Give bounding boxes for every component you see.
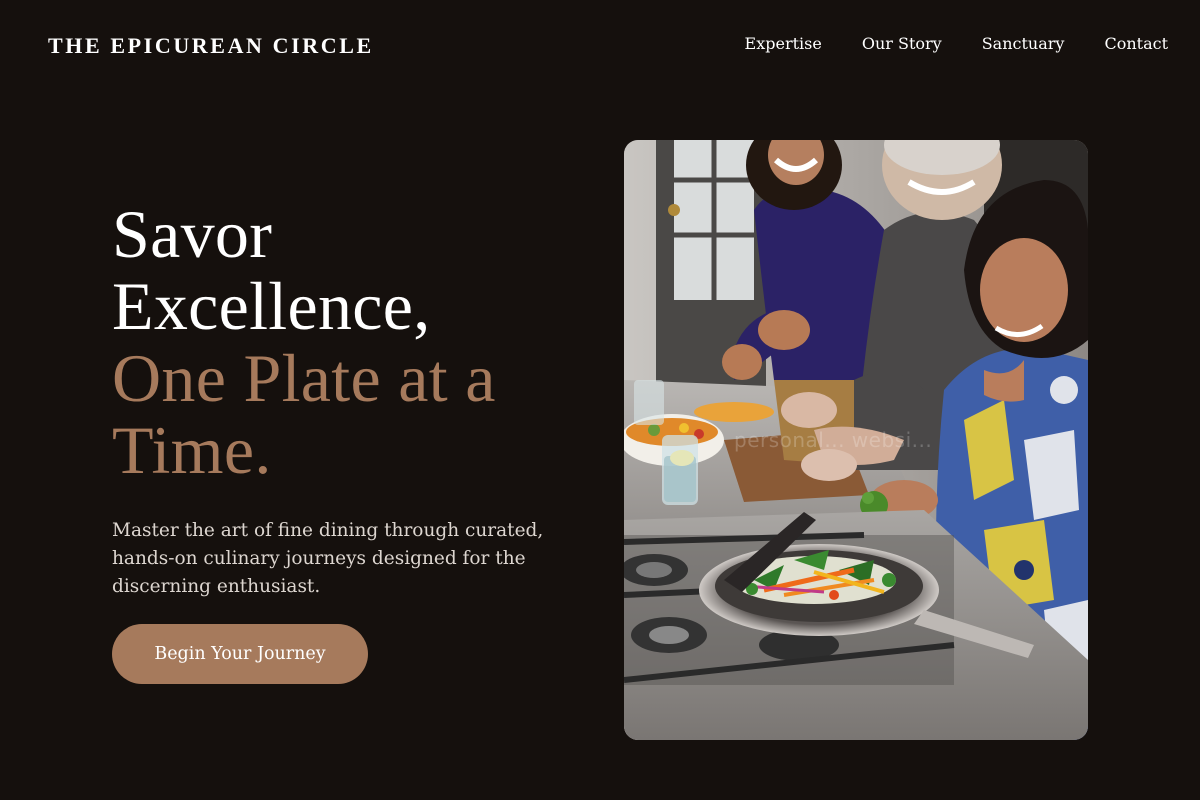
image-watermark: personal... websi...	[734, 428, 933, 452]
hero-text-block: Savor Excellence, One Plate at a Time. M…	[112, 198, 592, 601]
main-nav: Expertise Our Story Sanctuary Contact	[745, 33, 1168, 55]
site-header: THE EPICUREAN CIRCLE Expertise Our Story…	[0, 0, 1200, 90]
nav-link-contact[interactable]: Contact	[1104, 33, 1168, 55]
nav-link-expertise[interactable]: Expertise	[745, 33, 822, 55]
headline-line-2: Excellence,	[112, 268, 431, 344]
headline-line-1: Savor	[112, 196, 273, 272]
hero-photo: personal... websi...	[624, 140, 1088, 740]
hero-headline: Savor Excellence, One Plate at a Time.	[112, 198, 592, 486]
headline-accent-line-2: Time.	[112, 412, 272, 488]
nav-link-our-story[interactable]: Our Story	[862, 33, 942, 55]
begin-journey-button[interactable]: Begin Your Journey	[112, 624, 368, 684]
headline-accent-line-1: One Plate at a	[112, 340, 496, 416]
hero-subtitle: Master the art of fine dining through cu…	[112, 520, 544, 597]
nav-link-sanctuary[interactable]: Sanctuary	[982, 33, 1065, 55]
brand-logo[interactable]: THE EPICUREAN CIRCLE	[48, 33, 374, 59]
